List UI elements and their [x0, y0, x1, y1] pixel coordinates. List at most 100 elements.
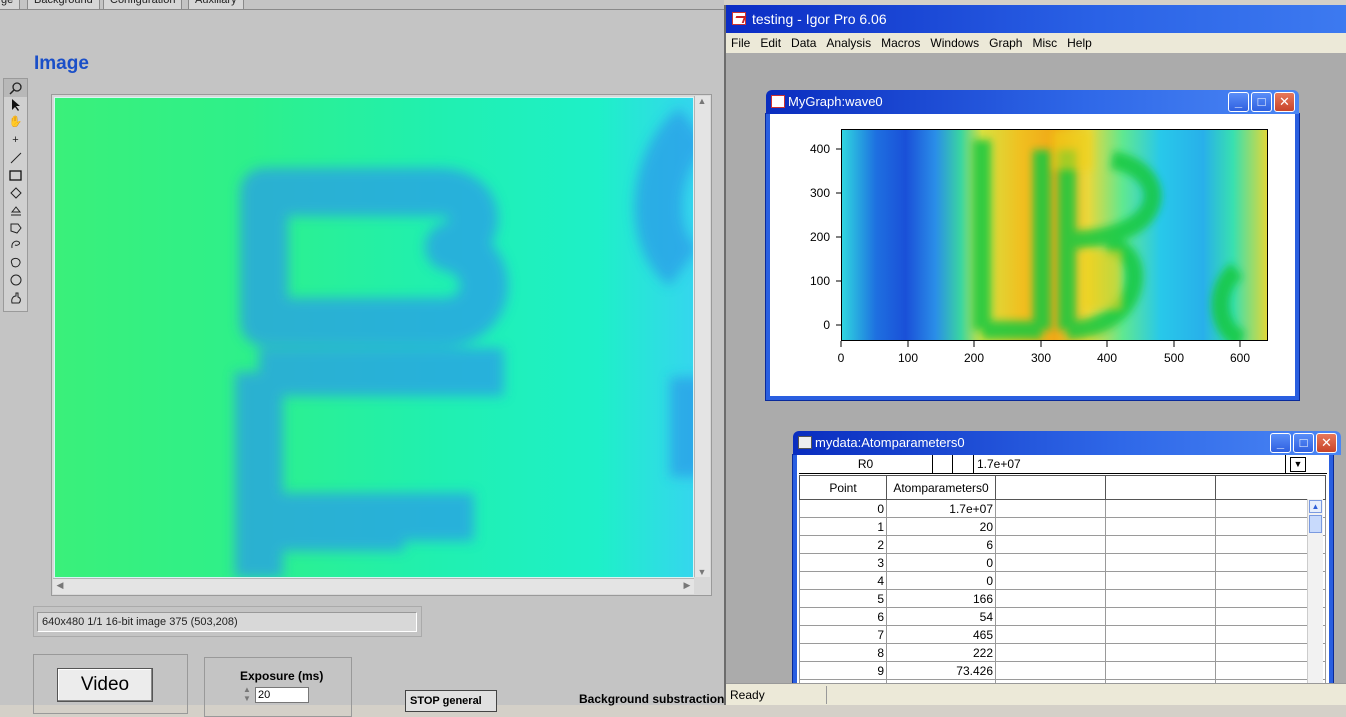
tab-strip: ge Background Configuration Auxiliary: [0, 0, 724, 10]
row-value[interactable]: 20: [886, 517, 996, 536]
table-row[interactable]: 0 1.7e+07: [799, 499, 1326, 518]
row-value[interactable]: 1.7e+07: [886, 499, 996, 518]
scroll-up-icon[interactable]: ▲: [695, 96, 709, 106]
entry-value-field[interactable]: 1.7e+07: [975, 455, 1021, 474]
exposure-stepper[interactable]: ▲ ▼: [241, 685, 253, 705]
rectangle-icon[interactable]: [4, 167, 27, 185]
row-value[interactable]: 166: [886, 589, 996, 608]
scroll-left-icon[interactable]: ◀: [53, 580, 67, 591]
menu-help[interactable]: Help: [1062, 33, 1097, 53]
graph-axes: 400 300 200 100 0 0 100 200 300 400 500 …: [810, 142, 1250, 365]
chevron-down-icon[interactable]: ▼: [1290, 457, 1306, 472]
zoom-icon[interactable]: [4, 79, 27, 97]
camera-image[interactable]: [54, 97, 694, 578]
maximize-icon[interactable]: □: [1251, 92, 1272, 112]
freehand-closed-icon[interactable]: [4, 254, 27, 272]
menu-misc[interactable]: Misc: [1027, 33, 1062, 53]
empty-cell[interactable]: [1105, 535, 1216, 554]
image-vertical-scrollbar[interactable]: ▲ ▼: [694, 96, 710, 577]
oval-icon[interactable]: [4, 272, 27, 290]
scroll-thumb[interactable]: [1309, 515, 1322, 533]
table-row[interactable]: 5 166: [799, 589, 1326, 608]
empty-cell[interactable]: [1105, 625, 1216, 644]
table-row[interactable]: 8 222: [799, 643, 1326, 662]
empty-cell[interactable]: [995, 499, 1106, 518]
pointer-icon[interactable]: [4, 97, 27, 115]
empty-cell[interactable]: [995, 607, 1106, 626]
table-row[interactable]: 30: [799, 553, 1326, 572]
empty-cell[interactable]: [1105, 517, 1216, 536]
y-tick-label: 100: [810, 274, 830, 288]
annulus-icon[interactable]: [4, 202, 27, 220]
row-value[interactable]: 0: [886, 553, 996, 572]
close-icon[interactable]: ✕: [1316, 433, 1337, 453]
empty-cell[interactable]: [1105, 571, 1216, 590]
column-header-atomparameters0[interactable]: Atomparameters0: [886, 475, 996, 500]
graph-window: MyGraph:wave0 _ □ ✕ 400 300 200 100 0 0 …: [766, 90, 1299, 400]
image-info-readout: 640x480 1/1 16-bit image 375 (503,208): [37, 612, 417, 632]
table-row[interactable]: 26: [799, 535, 1326, 554]
menu-edit[interactable]: Edit: [755, 33, 786, 53]
menu-file[interactable]: File: [726, 33, 755, 53]
menu-graph[interactable]: Graph: [984, 33, 1027, 53]
exposure-field[interactable]: [255, 687, 309, 703]
chevron-up-icon[interactable]: ▲: [1309, 500, 1322, 513]
table-row[interactable]: 6 54: [799, 607, 1326, 626]
crosshair-icon[interactable]: +: [4, 132, 27, 150]
minimize-icon[interactable]: _: [1270, 433, 1291, 453]
empty-cell[interactable]: [995, 535, 1106, 554]
line-icon[interactable]: [4, 149, 27, 167]
video-button[interactable]: Video: [57, 668, 153, 702]
entry-cancel-button[interactable]: [954, 455, 974, 474]
empty-cell[interactable]: [995, 643, 1106, 662]
row-value[interactable]: 54: [886, 607, 996, 626]
table-row[interactable]: 1 20: [799, 517, 1326, 536]
row-value[interactable]: 465: [886, 625, 996, 644]
empty-cell[interactable]: [1105, 643, 1216, 662]
column-header-point[interactable]: Point: [799, 475, 887, 500]
table-scrollbar[interactable]: ▲: [1307, 499, 1323, 691]
empty-cell[interactable]: [1105, 589, 1216, 608]
x-tick-label: 600: [1230, 351, 1250, 365]
empty-cell[interactable]: [1105, 607, 1216, 626]
row-value[interactable]: 73.426: [886, 661, 996, 680]
freehand-icon[interactable]: [4, 237, 27, 255]
empty-cell[interactable]: [995, 661, 1106, 680]
polygon-icon[interactable]: [4, 219, 27, 237]
row-value[interactable]: 6: [886, 535, 996, 554]
empty-cell[interactable]: [995, 625, 1106, 644]
igor-workspace: MyGraph:wave0 _ □ ✕ 400 300 200 100 0 0 …: [726, 53, 1346, 698]
empty-cell[interactable]: [1105, 499, 1216, 518]
scroll-down-icon[interactable]: ▼: [695, 567, 709, 577]
empty-cell[interactable]: [995, 517, 1106, 536]
table-row[interactable]: 7 465: [799, 625, 1326, 644]
menu-windows[interactable]: Windows: [925, 33, 984, 53]
menu-analysis[interactable]: Analysis: [821, 33, 876, 53]
pan-hand-icon[interactable]: ✋: [4, 114, 27, 132]
stop-general-button[interactable]: STOP general: [405, 690, 497, 712]
table-icon: [798, 436, 812, 449]
y-tick-label: 0: [823, 318, 830, 332]
entry-accept-button[interactable]: [933, 455, 953, 474]
scroll-right-icon[interactable]: ▶: [680, 580, 694, 591]
graph-window-titlebar[interactable]: MyGraph:wave0 _ □ ✕: [766, 90, 1299, 114]
pan-icon[interactable]: [4, 289, 27, 307]
empty-cell[interactable]: [995, 553, 1106, 572]
table-window-titlebar[interactable]: mydata:Atomparameters0 _ □ ✕: [793, 431, 1341, 455]
row-value[interactable]: 222: [886, 643, 996, 662]
rotated-rect-icon[interactable]: [4, 184, 27, 202]
empty-cell[interactable]: [1105, 553, 1216, 572]
minimize-icon[interactable]: _: [1228, 92, 1249, 112]
maximize-icon[interactable]: □: [1293, 433, 1314, 453]
table-row[interactable]: 40: [799, 571, 1326, 590]
empty-cell[interactable]: [1105, 661, 1216, 680]
igor-titlebar[interactable]: testing - Igor Pro 6.06: [726, 5, 1346, 33]
empty-cell[interactable]: [995, 589, 1106, 608]
table-row[interactable]: 9 73.426: [799, 661, 1326, 680]
menu-macros[interactable]: Macros: [876, 33, 925, 53]
image-horizontal-scrollbar[interactable]: ◀ ▶: [53, 578, 694, 594]
empty-cell[interactable]: [995, 571, 1106, 590]
close-icon[interactable]: ✕: [1274, 92, 1295, 112]
menu-data[interactable]: Data: [786, 33, 821, 53]
row-value[interactable]: 0: [886, 571, 996, 590]
